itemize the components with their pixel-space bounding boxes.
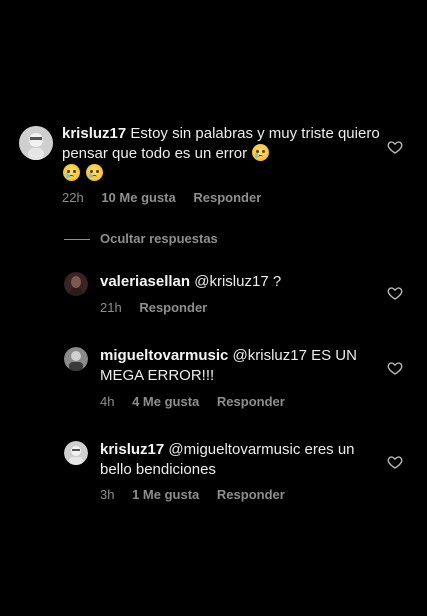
divider-line [64,239,90,241]
reply-likes[interactable]: 1 Me gusta [132,487,199,502]
reply-likes[interactable]: 4 Me gusta [132,394,199,409]
hide-replies-toggle[interactable]: Ocultar respuestas [64,231,218,246]
comment-text: krisluz17 Estoy sin palabras y muy trist… [62,124,382,184]
comment-meta: 22h 10 Me gusta Responder [62,190,275,205]
avatar[interactable] [64,272,88,296]
crying-face-icon [86,164,104,181]
reply-time: 21h [100,300,122,315]
reply-username[interactable]: valeriasellan [100,273,190,290]
reply-meta: 4h 4 Me gusta Responder [100,394,299,409]
comment-likes[interactable]: 10 Me gusta [101,190,175,205]
crying-face-icon [63,164,80,181]
comment-reply-button[interactable]: Responder [193,190,261,205]
avatar[interactable] [64,347,88,371]
heart-icon[interactable] [387,454,403,470]
reply-username[interactable]: migueltovarmusic [100,347,228,364]
comment-time: 22h [62,190,84,205]
reply-time: 3h [100,487,115,502]
heart-icon[interactable] [387,139,403,155]
reply-body: @krisluz17 ? [194,273,282,290]
crying-face-icon [252,144,270,161]
heart-icon[interactable] [387,360,403,376]
avatar[interactable] [64,441,88,465]
reply-username[interactable]: krisluz17 [100,441,164,458]
comment-username[interactable]: krisluz17 [62,125,126,142]
reply-reply-button[interactable]: Responder [217,487,285,502]
hide-replies-label: Ocultar respuestas [100,231,218,246]
avatar[interactable] [19,126,53,160]
reply-text: valeriasellan @krisluz17 ? [100,272,380,292]
reply-reply-button[interactable]: Responder [217,394,285,409]
reply-text: krisluz17 @migueltovarmusic eres un bell… [100,440,370,480]
reply-meta: 3h 1 Me gusta Responder [100,487,299,502]
reply-reply-button[interactable]: Responder [139,300,207,315]
heart-icon[interactable] [387,285,403,301]
reply-text: migueltovarmusic @krisluz17 ES UN MEGA E… [100,346,370,386]
reply-time: 4h [100,394,115,409]
reply-meta: 21h Responder [100,300,221,315]
